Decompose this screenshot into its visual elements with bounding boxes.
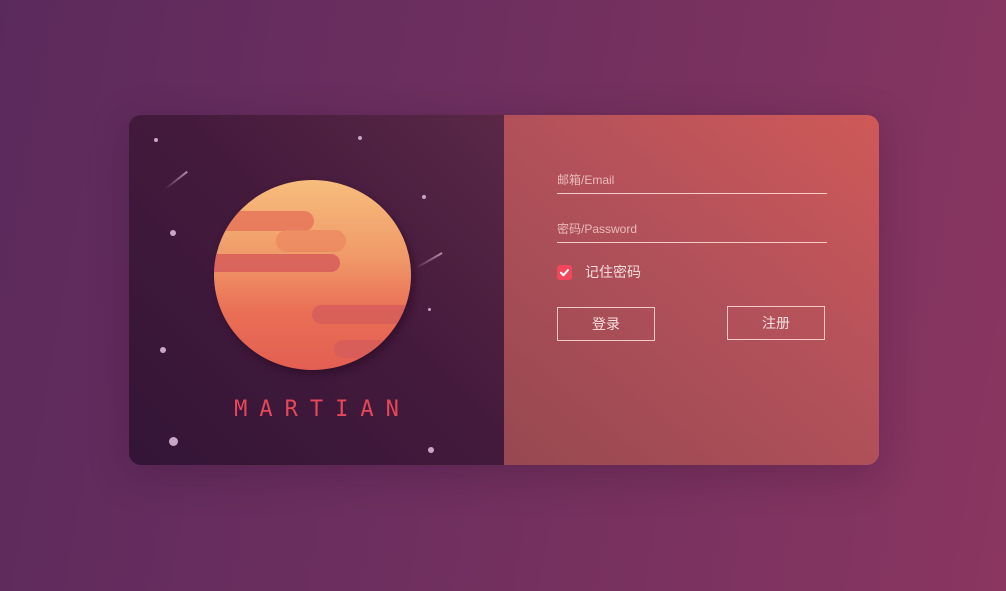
password-input[interactable]	[557, 216, 827, 242]
meteor-decoration	[164, 170, 188, 190]
star-decoration	[154, 138, 158, 142]
star-decoration	[428, 447, 434, 453]
star-decoration	[170, 230, 176, 236]
remember-password-option[interactable]: 记住密码	[557, 263, 641, 281]
star-decoration	[169, 437, 178, 446]
email-field	[557, 167, 827, 194]
remember-password-checkbox[interactable]	[557, 264, 572, 280]
remember-password-label: 记住密码	[585, 265, 641, 281]
planet-band	[312, 305, 411, 324]
check-icon	[559, 268, 570, 276]
star-decoration	[358, 136, 362, 140]
mars-planet-illustration	[214, 180, 414, 373]
login-form-panel: 记住密码 登录 注册	[504, 115, 879, 465]
star-decoration	[428, 308, 431, 311]
register-button[interactable]: 注册	[727, 306, 825, 340]
email-input[interactable]	[557, 167, 827, 193]
planet-band	[334, 340, 411, 358]
planet-band	[276, 230, 346, 252]
star-decoration	[160, 347, 166, 353]
password-field	[557, 216, 827, 243]
login-button[interactable]: 登录	[557, 307, 655, 341]
planet-band	[214, 211, 314, 231]
brand-panel: MARTIAN	[129, 115, 504, 465]
meteor-decoration	[415, 252, 443, 269]
planet-body	[214, 180, 411, 370]
planet-band	[214, 254, 340, 272]
login-card: MARTIAN 记住密码 登录 注册	[129, 115, 879, 465]
star-decoration	[422, 195, 426, 199]
brand-name: MARTIAN	[234, 397, 411, 422]
